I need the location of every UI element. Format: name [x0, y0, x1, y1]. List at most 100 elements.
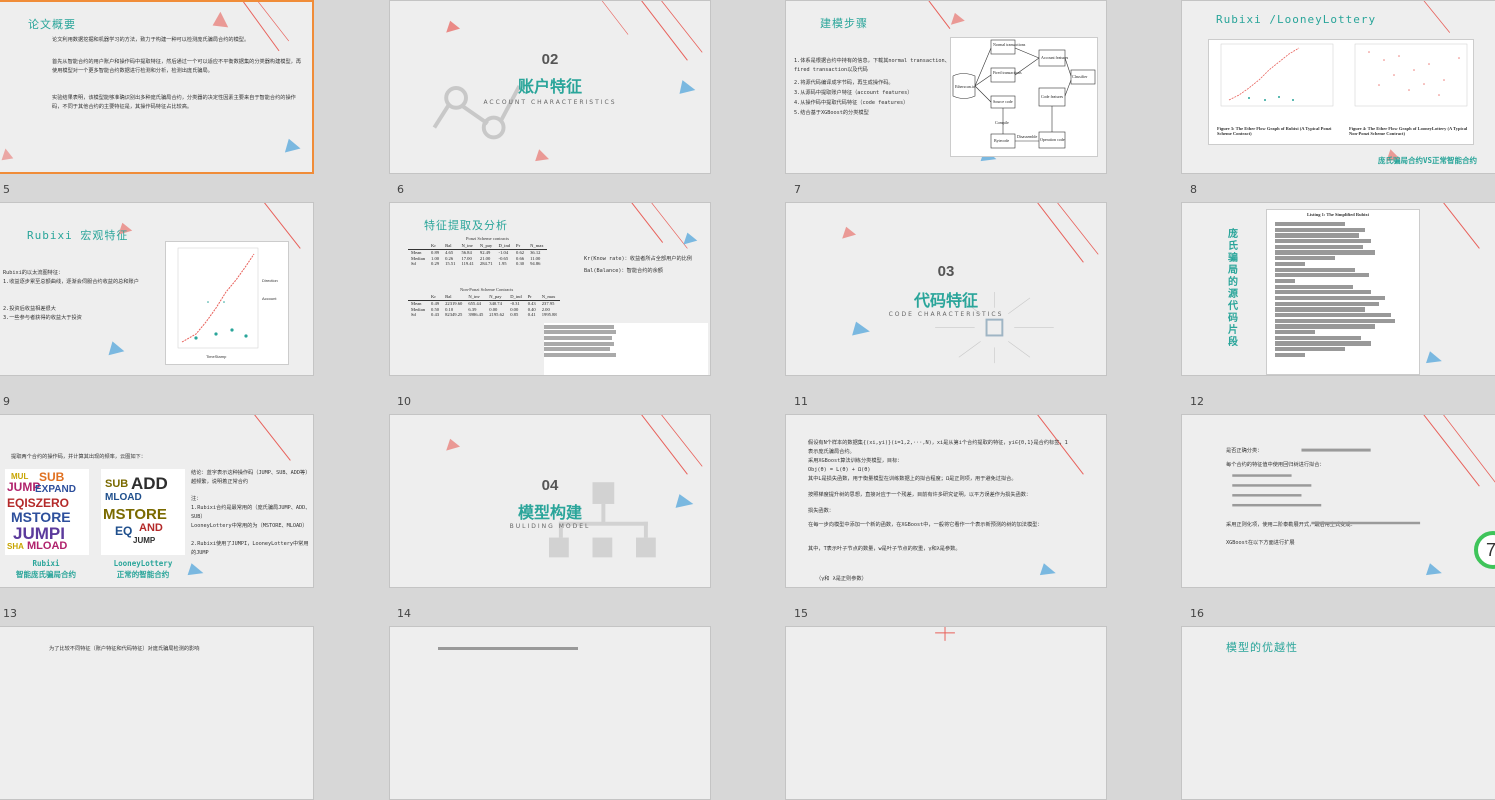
diagram-node-fired: Fired transactions: [993, 70, 1022, 75]
side-note-4: LooneyLottery中常用的为（MSTORE、MLOAD）: [191, 523, 308, 529]
legend-direction: Direction: [262, 278, 278, 283]
slide-title: 论文概要: [28, 18, 76, 31]
ponzi-table-caption: Ponzi Scheme contracts: [466, 236, 509, 241]
side-note-2: 注：: [191, 496, 202, 502]
section-number: 02: [541, 51, 559, 68]
rubixi-flow-chart: Direction Account TimeStamp: [165, 241, 289, 365]
diagram-node-account-features: Account features: [1041, 55, 1069, 60]
slide-thumbnail-6[interactable]: 02 账户特征 ACCOUNT CHARACTERISTICS: [389, 0, 711, 174]
diagram-node-source-code: Source code: [993, 99, 1013, 104]
slide-thumbnail-18[interactable]: [389, 626, 711, 800]
slide-caption: 庞氏骗局合约VS正常智能合约: [1378, 156, 1478, 165]
slide-number: 12: [1190, 395, 1204, 408]
table-cell: 2195.62: [489, 312, 505, 318]
section-subtitle: CODE CHARACTERISTICS: [888, 311, 1004, 318]
diagram-node-disassemble: Disassemble: [1017, 134, 1037, 139]
workflow-diagram-svg: Etherscan.io Normal transactions Fired t…: [952, 39, 1096, 149]
slide-thumbnail-5[interactable]: 论文概要 论文利用数据挖掘和机器学习的方法，致力于构建一种可以检测庞氏骗局合约的…: [0, 0, 314, 174]
section-subtitle: ACCOUNT CHARACTERISTICS: [483, 99, 617, 106]
slide-thumbnail-20[interactable]: 模型的优越性: [1181, 626, 1495, 800]
section-number: 04: [541, 477, 559, 494]
step-3: 3.从源码中提取账户特征（account features）: [794, 90, 913, 96]
slide-17-text: 为了比较不同特征（账户特征和代码特征）对庞氏骗局检测的影响: [49, 646, 200, 652]
slide-number: 7: [794, 183, 801, 196]
rubixi-flow-chart-svg: Direction Account TimeStamp: [177, 247, 278, 359]
slide-decoration: [1423, 415, 1495, 576]
side-note-1: 结论：蓝字表示这种操作码（JUMP、SUB、ADD等）越频繁，说明着正常合约: [191, 470, 311, 485]
slide-thumbnail-10[interactable]: 特征提取及分析 Ponzi Scheme contracts Kr Bal N_in…: [389, 202, 711, 376]
slide-paragraph-2: 首先从智能合约的用户账户和操作码中提取特征，然后通过一个可以适应不平衡数据集的分…: [52, 59, 302, 74]
x-axis-label: TimeStamp: [206, 354, 227, 359]
diagram-node-classifier: Classifier: [1072, 74, 1088, 79]
note-kr: Kr(Know rate)：收益者所占全部用户的比例: [584, 256, 693, 262]
wc-word: SHA: [7, 542, 24, 551]
table-cell: 0.30: [516, 261, 525, 267]
slide-thumbnail-14[interactable]: 04 模型构建 BULIDING MODEL: [389, 414, 711, 588]
xgb-line-1: 是否正确分类：: [1226, 448, 1263, 454]
step-5: 5.结合基于XGBoost的分类模型: [794, 110, 869, 116]
table-cell: 119.41: [461, 261, 474, 267]
feature-line-1: Rubixi的以太流图特征：: [3, 270, 64, 276]
slide-thumbnail-12[interactable]: 庞氏骗局的源代码片段 Listing 1: The Simplified Rub…: [1181, 202, 1495, 376]
code-listing: Listing 1: The Simplified Rubixi: [1266, 209, 1420, 375]
slide-thumbnail-11[interactable]: 03 代码特征 CODE CHARACTERISTICS: [785, 202, 1107, 376]
slide-thumbnail-8[interactable]: Rubixi /LooneyLottery Figure 3: The Ethe…: [1181, 0, 1495, 174]
slide-number: 13: [3, 607, 17, 620]
step-2: 2.将源代码编译成字节码，再生成操作码。: [794, 80, 894, 86]
model-line-9: （γ和 λ是正则参数）: [816, 576, 867, 582]
table-cell: 1995.88: [541, 312, 557, 318]
wc-word: MLOAD: [27, 540, 68, 552]
wordcloud-label-rubixi: Rubixi: [32, 559, 60, 568]
ether-flow-graphs: Figure 3: The Ether Flow Graph of Rubixi…: [1208, 39, 1474, 145]
feature-line-2: 1.收益逐步累至总额曲线，逐渐会伺服合约收益的总和账户: [3, 279, 139, 285]
table-cell: 15.51: [445, 261, 456, 267]
wc-word: MSTORE: [11, 509, 71, 525]
model-line-4: 其中L是损失函数，用于衡量模型在训练数据上的拟合程度；Ω是正则项，用于避免过拟合…: [808, 476, 1017, 482]
step-1: 1.体系是根据合约中持有的信息，下载其normal transaction、fi…: [794, 58, 950, 73]
slide-title: Rubixi /LooneyLottery: [1216, 13, 1377, 26]
slide-intro: 提取两个合约的操作码，并计算其出现的频率，云图如下：: [11, 454, 146, 460]
model-line-1: 假设有N个样本的数据集{(xi,yi)}(i=1,2,···,N)，xi是从第i…: [808, 440, 1068, 455]
wordcloud-label-looney-desc: 正常的智能合约: [116, 570, 170, 579]
wordcloud-looneylottery: SUB ADD MLOAD MSTORE EQ AND JUMP: [101, 469, 185, 555]
legend-account: Account: [262, 296, 277, 301]
side-note-5: 2.Rubixi使用了JUMPI，LooneyLottery中常用的JUMP: [191, 541, 309, 556]
slide-number: 14: [397, 607, 411, 620]
table-cell: 0.29: [431, 261, 440, 267]
slide-title: 模型的优越性: [1226, 641, 1298, 654]
nonponzi-table-caption: Non-Ponzi Scheme Contracts: [460, 287, 514, 292]
slide-title: Rubixi 宏观特征: [27, 229, 129, 242]
definition-excerpt: [544, 323, 708, 375]
table-cell: Sd: [411, 261, 416, 267]
slide-number: 9: [3, 395, 10, 408]
wc-word: MSTORE: [103, 506, 167, 523]
diagram-node-normal: Normal transactions: [993, 42, 1026, 47]
slide-title: 特征提取及分析: [424, 219, 508, 232]
model-line-7: 在每一步向模型中添加一个新的函数，在XGBoost中，一般将它看作一个表示新预测…: [808, 522, 1043, 528]
model-line-2: 采用XGBoost算法训练分类模型，目标：: [808, 458, 903, 464]
table-cell: 0.43: [431, 312, 440, 318]
section-title: 账户特征: [517, 77, 582, 96]
table-cell: 284.71: [479, 261, 493, 267]
nonponzi-stats-table: Kr Bal N_inv N_pay D_ind Pr N_max Mean 0.49 22319…: [408, 294, 560, 318]
feature-line-3: 2.投资后收益相差很大: [3, 306, 56, 312]
slide-thumbnail-17[interactable]: 为了比较不同特征（账户特征和代码特征）对庞氏骗局检测的影响: [0, 626, 314, 800]
wc-word: AND: [139, 522, 163, 534]
table-cell: 22319.60: [445, 300, 463, 306]
slide-thumbnail-16[interactable]: 是否正确分类： 每个合约的特征值中使用回归树进行拟合： 采用正则化项，使用二阶泰…: [1181, 414, 1495, 588]
note-bal: Bal(Balance)：智能合约的余额: [584, 268, 663, 274]
slide-thumbnail-15[interactable]: 假设有N个样本的数据集{(xi,yi)}(i=1,2,···,N)，xi是从第i…: [785, 414, 1107, 588]
xgb-line-3: 采用正则化项，使用二阶泰勒展开式，最后用上式变成：: [1226, 522, 1356, 528]
slide-thumbnail-13[interactable]: 提取两个合约的操作码，并计算其出现的频率，云图如下： MUL SUB JUMP …: [0, 414, 314, 588]
ponzi-stats-table: Kr Bal N_inv N_pay D_ind Pr N_max Mean 0.89 4.65 5…: [408, 243, 547, 267]
step-4: 4.从操作码中提取代码特征（code features）: [794, 100, 909, 106]
model-line-6: 损失函数：: [808, 508, 834, 514]
slide-thumbnail-19[interactable]: [785, 626, 1107, 800]
listing-title: Listing 1: The Simplified Rubixi: [1307, 212, 1369, 217]
wc-word: SUB: [105, 478, 129, 490]
formula-placeholders: [1232, 448, 1421, 525]
slide-thumbnail-9[interactable]: Rubixi 宏观特征 Rubixi的以太流图特征： 1.收益逐步累至总额曲线，…: [0, 202, 314, 376]
slide-thumbnail-7[interactable]: 建模步骤 1.体系是根据合约中持有的信息，下载其normal transacti…: [785, 0, 1107, 174]
table-cell: 1.95: [498, 261, 507, 267]
wc-word: ADD: [131, 474, 168, 493]
